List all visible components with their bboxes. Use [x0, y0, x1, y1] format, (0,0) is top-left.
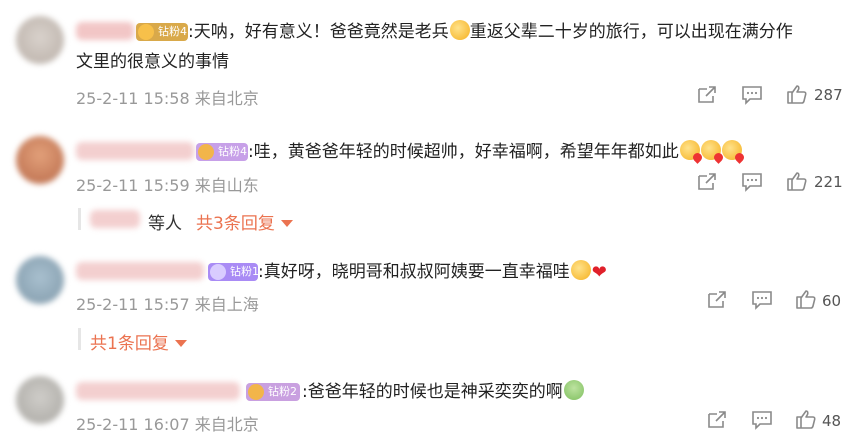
badge-icon: [210, 264, 226, 280]
comment-item: 钻粉2 :爸爸年轻的时候也是神采奕奕的啊 25-2-11 16:07 来自北京 …: [0, 360, 848, 442]
share-icon[interactable]: [696, 172, 718, 192]
like-count: 48: [822, 412, 842, 430]
comment-text: :哇，黄爸爸年轻的时候超帅，好幸福啊，希望年年都如此: [248, 137, 742, 167]
like-count: 287: [814, 86, 843, 104]
location: 来自北京: [194, 89, 259, 108]
comment-meta: 25-2-11 15:59 来自山东: [76, 172, 259, 196]
comment-icon[interactable]: [741, 172, 763, 192]
location: 来自山东: [194, 176, 259, 195]
badge-label: 钻粉1: [230, 265, 259, 278]
comment-item: 钻粉4 :哇，黄爸爸年轻的时候超帅，好幸福啊，希望年年都如此 25-2-11 1…: [0, 120, 848, 240]
comment-meta: 25-2-11 15:58 来自北京: [76, 85, 259, 109]
comment-icon[interactable]: [751, 290, 773, 310]
comment-text: :真好呀，晓明哥和叔叔阿姨要一直幸福哇: [258, 257, 612, 288]
comment-text: :爸爸年轻的时候也是神采奕奕的啊: [302, 377, 584, 407]
comment-icon[interactable]: [741, 85, 763, 105]
like-icon[interactable]: [786, 171, 808, 191]
comment-text-part: :天呐，好有意义！爸爸竟然是老兵: [188, 22, 449, 42]
view-replies-label: 共1条回复: [90, 334, 169, 354]
fan-badge: 钻粉2: [246, 383, 300, 401]
username[interactable]: [76, 262, 204, 280]
like-icon[interactable]: [795, 289, 817, 309]
like-icon[interactable]: [795, 409, 817, 429]
emoji-frog: [563, 380, 584, 400]
comment-text-line2: 文里的很意义的事情: [76, 52, 229, 72]
location: 来自北京: [194, 415, 259, 434]
share-icon[interactable]: [696, 85, 718, 105]
chevron-down-icon: [174, 340, 187, 347]
emoji-kiss: [700, 140, 721, 160]
badge-icon: [248, 384, 264, 400]
comment-text-part: :爸爸年轻的时候也是神采奕奕的啊: [302, 382, 563, 402]
reply-username[interactable]: [90, 210, 140, 228]
chevron-down-icon: [280, 220, 293, 227]
avatar[interactable]: [16, 256, 64, 304]
comment-text-part: :哇，黄爸爸年轻的时候超帅，好幸福啊，希望年年都如此: [248, 142, 679, 162]
emoji-heart: [592, 258, 612, 288]
username[interactable]: [76, 142, 194, 160]
view-replies-link[interactable]: 共1条回复: [90, 329, 187, 354]
timestamp: 25-2-11 16:07: [76, 415, 190, 434]
reply-by-label: 等人: [148, 214, 182, 234]
username[interactable]: [76, 22, 134, 40]
view-replies-label: 共3条回复: [196, 214, 275, 234]
comment-item: 钻粉4 :天呐，好有意义！爸爸竟然是老兵 重返父辈二十岁的旅行，可以出现在满分作 …: [0, 0, 848, 120]
view-replies-link[interactable]: 共3条回复: [196, 209, 293, 234]
location: 来自上海: [194, 295, 259, 314]
comment-meta: 25-2-11 16:07 来自北京: [76, 411, 259, 435]
avatar[interactable]: [16, 16, 64, 64]
emoji-kiss: [721, 140, 742, 160]
badge-icon: [198, 144, 214, 160]
fan-badge: 钻粉4: [196, 143, 248, 161]
badge-label: 钻粉4: [158, 25, 187, 38]
like-icon[interactable]: [786, 84, 808, 104]
comment-text: :天呐，好有意义！爸爸竟然是老兵 重返父辈二十岁的旅行，可以出现在满分作: [188, 17, 793, 47]
emoji-kiss: [679, 140, 700, 160]
share-icon[interactable]: [706, 410, 728, 430]
reply-divider: [78, 208, 81, 230]
badge-icon: [138, 24, 154, 40]
emoji-face: [449, 20, 470, 40]
comment-meta: 25-2-11 15:57 来自上海: [76, 291, 259, 315]
share-icon[interactable]: [706, 290, 728, 310]
timestamp: 25-2-11 15:58: [76, 89, 190, 108]
badge-label: 钻粉2: [268, 385, 297, 398]
comment-text-part: 重返父辈二十岁的旅行，可以出现在满分作: [469, 22, 793, 42]
comment-item: 钻粉1 :真好呀，晓明哥和叔叔阿姨要一直幸福哇 25-2-11 15:57 来自…: [0, 240, 848, 360]
like-count: 60: [822, 292, 842, 310]
comment-icon[interactable]: [751, 410, 773, 430]
fan-badge: 钻粉1: [208, 263, 259, 281]
badge-label: 钻粉4: [218, 145, 247, 158]
avatar[interactable]: [16, 376, 64, 424]
timestamp: 25-2-11 15:59: [76, 176, 190, 195]
reply-divider: [78, 328, 81, 350]
fan-badge: 钻粉4: [136, 23, 188, 41]
emoji-face: [570, 260, 591, 280]
username[interactable]: [76, 382, 240, 400]
comment-text-part: :真好呀，晓明哥和叔叔阿姨要一直幸福哇: [258, 262, 570, 282]
timestamp: 25-2-11 15:57: [76, 295, 190, 314]
like-count: 221: [814, 173, 843, 191]
avatar[interactable]: [16, 136, 64, 184]
